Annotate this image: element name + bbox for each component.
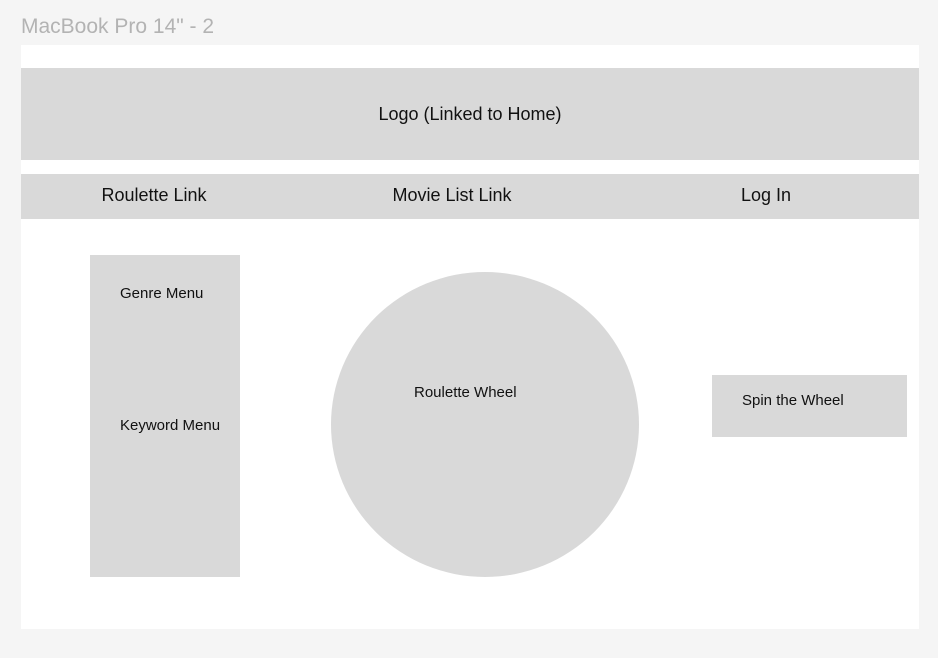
genre-menu[interactable]: Genre Menu <box>120 285 203 302</box>
wireframe-page: Logo (Linked to Home) Roulette Link Movi… <box>21 45 919 629</box>
frame-title: MacBook Pro 14" - 2 <box>21 15 215 38</box>
roulette-wheel[interactable]: Roulette Wheel <box>331 272 639 577</box>
logo-label: Logo (Linked to Home) <box>378 103 562 124</box>
roulette-wheel-label: Roulette Wheel <box>414 384 517 401</box>
log-in-link[interactable]: Log In <box>741 174 791 219</box>
navigation-bar: Roulette Link Movie List Link Log In <box>21 174 919 219</box>
logo-home-link[interactable]: Logo (Linked to Home) <box>21 68 919 160</box>
filter-sidebar: Genre Menu Keyword Menu <box>90 255 240 577</box>
roulette-link[interactable]: Roulette Link <box>101 174 206 219</box>
spin-button-label: Spin the Wheel <box>742 392 844 409</box>
spin-the-wheel-button[interactable]: Spin the Wheel <box>712 375 907 437</box>
movie-list-link[interactable]: Movie List Link <box>392 174 511 219</box>
keyword-menu[interactable]: Keyword Menu <box>120 417 220 434</box>
